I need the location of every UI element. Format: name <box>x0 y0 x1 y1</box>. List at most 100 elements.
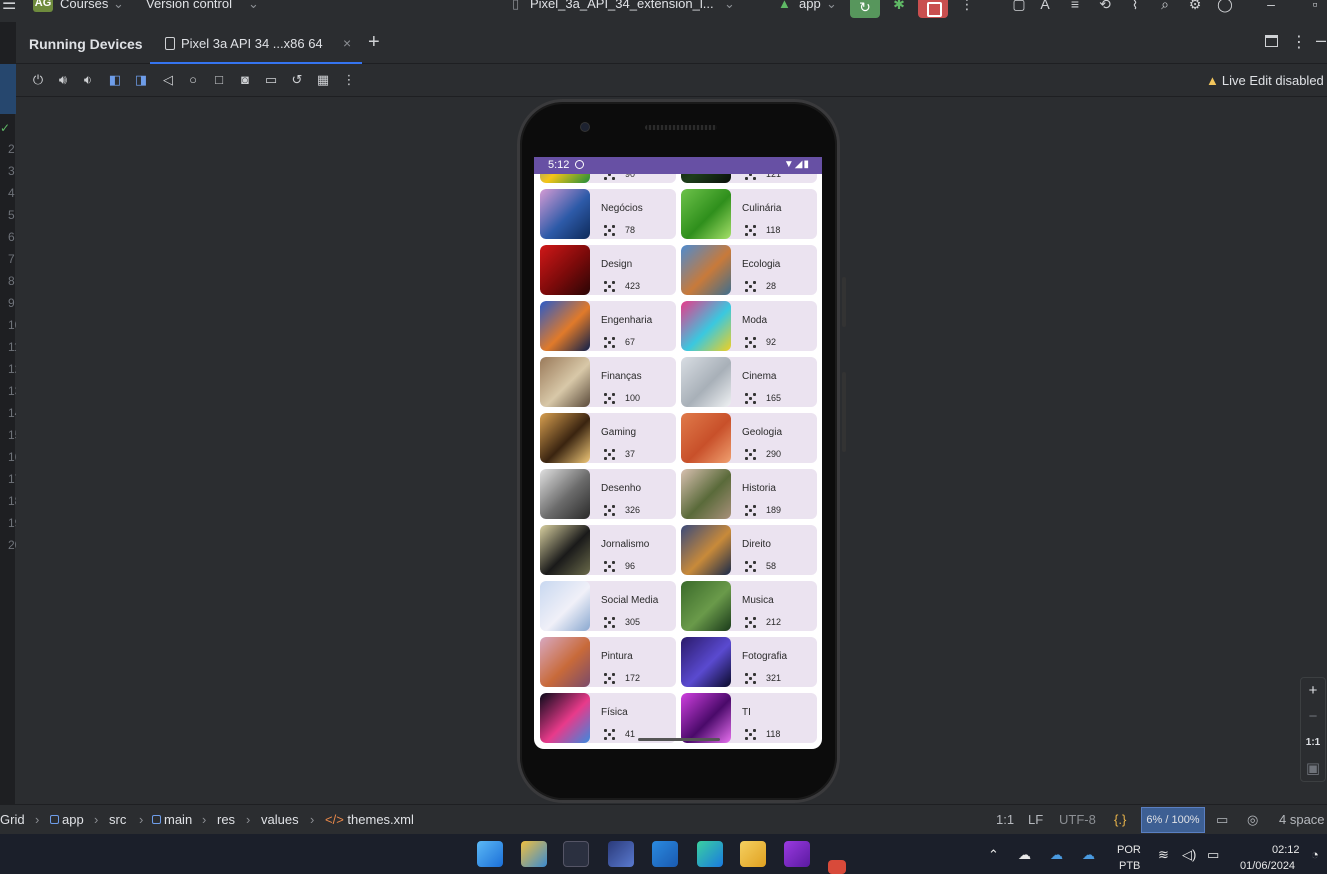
clock-time[interactable]: 02:12 <box>1272 844 1300 856</box>
translate-icon[interactable]: A <box>1036 0 1054 14</box>
category-card[interactable]: Gaming 37 <box>540 413 676 463</box>
home-icon[interactable]: ○ <box>184 71 202 89</box>
rotate-right-icon[interactable]: ◨ <box>132 71 150 89</box>
category-card[interactable]: Social Media 305 <box>540 581 676 631</box>
onedrive-icon[interactable]: ☁ <box>1082 847 1095 863</box>
stop-button[interactable] <box>918 0 948 18</box>
heart-app-icon[interactable] <box>784 841 810 867</box>
cloud-warning-icon[interactable]: ☁ <box>1018 847 1031 863</box>
onedrive-icon[interactable]: ☁ <box>1050 847 1063 863</box>
category-card[interactable]: TI 118 <box>681 693 817 743</box>
keyboard-layout[interactable]: PTB <box>1119 860 1140 872</box>
volume-up-icon[interactable]: 🔊︎ <box>54 71 72 89</box>
category-card[interactable]: Culinária 118 <box>681 189 817 239</box>
file-explorer-icon[interactable] <box>740 841 766 867</box>
indent-setting[interactable]: 4 space <box>1279 812 1325 827</box>
vcs-selector[interactable]: Version control <box>146 0 232 11</box>
json-icon[interactable]: {.} <box>1114 812 1126 827</box>
gesture-nav-handle[interactable] <box>638 738 720 741</box>
debug-icon[interactable]: ✱ <box>890 0 908 14</box>
file-encoding[interactable]: UTF-8 <box>1059 812 1096 827</box>
wifi-icon[interactable]: ≋ <box>1158 847 1169 863</box>
options-icon[interactable]: ⋮ <box>1291 32 1307 52</box>
notification-bell-icon[interactable]: ◔ <box>1311 847 1319 862</box>
category-card[interactable]: Direito 58 <box>681 525 817 575</box>
windows-start-icon[interactable] <box>477 841 503 867</box>
rotate-left-icon[interactable]: ◧ <box>106 71 124 89</box>
close-icon[interactable]: × <box>343 35 351 51</box>
gear-icon[interactable]: ⚙ <box>1186 0 1204 14</box>
category-card[interactable]: Ecologia 28 <box>681 245 817 295</box>
reset-icon[interactable]: ↺ <box>288 71 306 89</box>
screen-record-icon[interactable]: ▭ <box>262 71 280 89</box>
run-config-selector[interactable]: app <box>799 0 821 11</box>
add-device-button[interactable]: + <box>368 31 380 54</box>
translate-app-icon[interactable] <box>608 841 634 867</box>
pinned-app-icon[interactable] <box>828 860 846 874</box>
app-cube-icon[interactable] <box>521 841 547 867</box>
breadcrumb-item[interactable]: src <box>109 812 126 827</box>
tab-device[interactable]: Pixel 3a API 34 ...x86 64 × <box>150 22 362 64</box>
breadcrumb-item[interactable]: main <box>152 812 192 827</box>
layout-inspector-icon[interactable]: ≡ <box>1066 0 1084 14</box>
back-icon[interactable]: ◁ <box>159 71 177 89</box>
maximize-icon[interactable]: ▫ <box>1306 0 1324 14</box>
category-card[interactable]: Engenharia 67 <box>540 301 676 351</box>
category-card[interactable]: Design 423 <box>540 245 676 295</box>
category-card[interactable]: Geologia 290 <box>681 413 817 463</box>
search-icon[interactable]: ⌕ <box>1156 0 1174 14</box>
rerun-button[interactable]: ↻ <box>850 0 880 18</box>
breadcrumb-item[interactable]: res <box>217 812 235 827</box>
category-card[interactable]: Desenho 326 <box>540 469 676 519</box>
clock-date[interactable]: 01/06/2024 <box>1240 860 1295 872</box>
category-card[interactable]: Pintura 172 <box>540 637 676 687</box>
zoom-fit-icon[interactable]: ▣ <box>1301 756 1325 782</box>
sync-icon[interactable]: ⟲ <box>1096 0 1114 14</box>
category-card[interactable]: Fotografia 321 <box>681 637 817 687</box>
overview-icon[interactable]: □ <box>210 71 228 89</box>
project-badge[interactable]: AG <box>33 0 53 12</box>
account-icon[interactable]: ◯ <box>1216 0 1234 14</box>
breadcrumb-item[interactable]: Grid <box>0 812 25 827</box>
battery-icon[interactable]: ▭ <box>1207 847 1219 863</box>
category-card[interactable]: Musica 212 <box>681 581 817 631</box>
android-studio-icon[interactable] <box>563 841 589 867</box>
screenshot-icon[interactable]: ◙ <box>236 71 254 89</box>
display-settings-icon[interactable]: ▦ <box>314 71 332 89</box>
category-card[interactable]: Jornalismo 96 <box>540 525 676 575</box>
edge-browser-icon[interactable] <box>697 841 723 867</box>
caret-position[interactable]: 1:1 <box>996 812 1014 827</box>
hide-panel-icon[interactable]: – <box>1316 30 1326 51</box>
more-icon[interactable]: ⋮ <box>958 0 976 14</box>
inspection-icon[interactable]: ◎ <box>1247 812 1258 828</box>
device-manager-icon[interactable]: ▢ <box>1010 0 1028 14</box>
chevron-up-icon[interactable]: ⌃ <box>988 847 999 863</box>
category-card[interactable]: Historia 189 <box>681 469 817 519</box>
device-config-selector[interactable]: Pixel_3a_API_34_extension_l... <box>530 0 714 11</box>
category-card[interactable]: Finanças 100 <box>540 357 676 407</box>
zoom-actual-size-button[interactable]: 1:1 <box>1301 730 1325 756</box>
zoom-out-button[interactable]: − <box>1301 704 1325 730</box>
more-options-icon[interactable]: ⋮ <box>340 71 358 89</box>
category-card[interactable]: Negócios 78 <box>540 189 676 239</box>
project-selector[interactable]: Courses <box>60 0 108 11</box>
category-card[interactable]: Moda 92 <box>681 301 817 351</box>
live-edit-status[interactable]: ▲ Live Edit disabled <box>1206 73 1324 88</box>
memory-indicator[interactable]: 6% / 100% <box>1141 807 1205 833</box>
power-icon[interactable]: ⏻ <box>29 71 47 89</box>
profiler-icon[interactable]: ⌇ <box>1126 0 1144 14</box>
breadcrumb-item[interactable]: values <box>261 812 299 827</box>
line-separator[interactable]: LF <box>1028 812 1043 827</box>
category-card[interactable]: Cinema 165 <box>681 357 817 407</box>
vscode-icon[interactable] <box>652 841 678 867</box>
main-menu-icon[interactable]: ☰ <box>2 0 16 14</box>
speaker-icon[interactable]: ◁) <box>1182 847 1196 863</box>
input-language[interactable]: POR <box>1117 844 1141 856</box>
window-layout-icon[interactable] <box>1265 35 1278 47</box>
minimize-icon[interactable]: – <box>1262 0 1280 14</box>
breadcrumb-item[interactable]: app <box>50 812 84 827</box>
device-screen[interactable]: 90 121 Negócios 78 Culinária 118 Design 423 Ecol… <box>534 157 822 749</box>
zoom-in-button[interactable]: + <box>1301 678 1325 704</box>
breadcrumb-item[interactable]: </> themes.xml <box>325 812 414 827</box>
comment-icon[interactable]: ▭ <box>1216 812 1228 828</box>
